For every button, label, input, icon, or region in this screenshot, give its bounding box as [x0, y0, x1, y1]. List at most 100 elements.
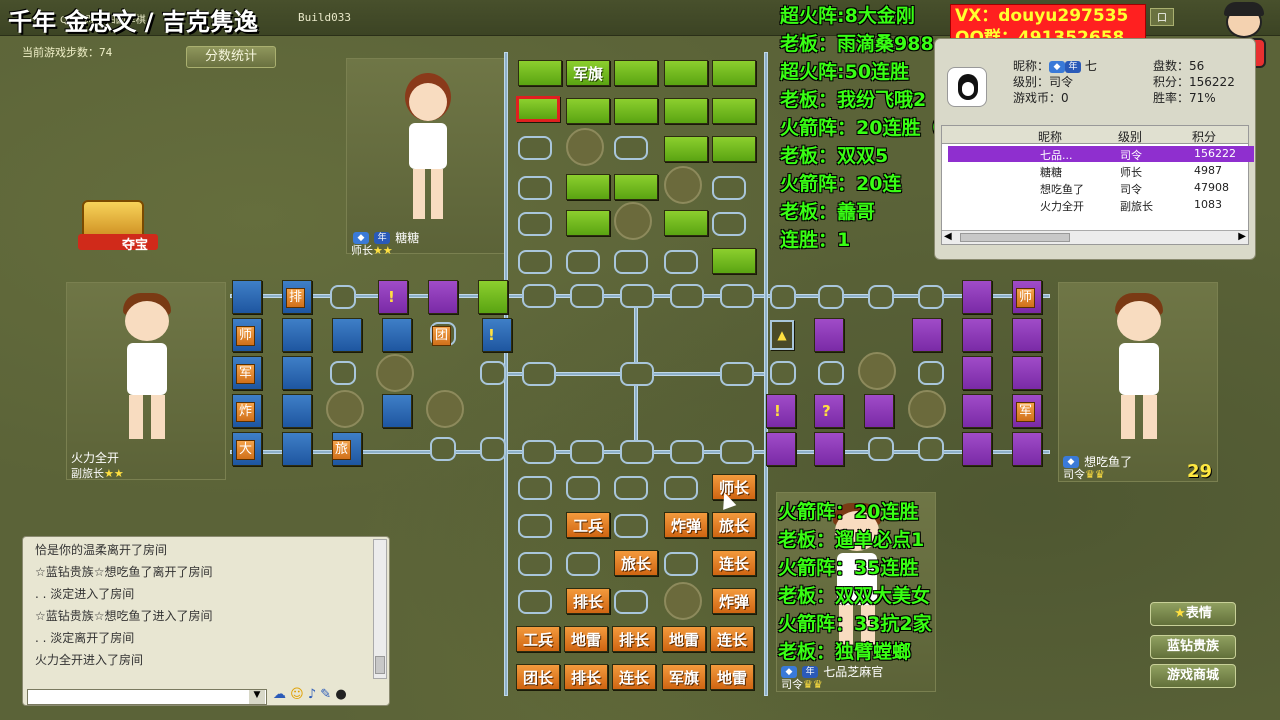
south-piece[interactable]: 工兵	[516, 626, 560, 652]
col-nickname[interactable]: 昵称	[1038, 128, 1062, 145]
north-piece[interactable]	[566, 174, 610, 200]
south-piece[interactable]: 旅长	[614, 550, 658, 576]
camp-node[interactable]	[426, 390, 464, 428]
chat-bubble-icon[interactable]: ☁	[273, 687, 286, 702]
smiley-icon[interactable]: ☺	[290, 687, 304, 702]
camp-node[interactable]	[908, 390, 946, 428]
board-node[interactable]	[720, 284, 754, 308]
west-piece[interactable]	[232, 280, 262, 314]
north-flag-piece[interactable]: 军旗	[566, 60, 610, 86]
horizontal-scrollbar[interactable]: ◀ ▶	[942, 230, 1248, 244]
board-node[interactable]	[712, 212, 746, 236]
north-piece[interactable]	[566, 210, 610, 236]
board-node[interactable]	[522, 362, 556, 386]
board-node[interactable]	[522, 440, 556, 464]
chat-scroll-thumb[interactable]	[375, 656, 385, 674]
restore-button[interactable]: 口	[1150, 8, 1174, 26]
board-node[interactable]	[868, 437, 894, 461]
board-node[interactable]	[614, 250, 648, 274]
west-piece[interactable]	[482, 318, 512, 352]
board-node[interactable]	[620, 440, 654, 464]
west-piece[interactable]	[282, 318, 312, 352]
east-piece[interactable]	[962, 356, 992, 390]
board-node[interactable]	[818, 285, 844, 309]
north-piece[interactable]	[712, 248, 756, 274]
blue-diamond-button[interactable]: 蓝钻贵族	[1150, 635, 1236, 659]
board-node[interactable]	[330, 361, 356, 385]
scroll-right-icon[interactable]: ▶	[1238, 231, 1246, 242]
board-node[interactable]	[770, 361, 796, 385]
board-node[interactable]	[570, 440, 604, 464]
board-node[interactable]	[620, 362, 654, 386]
east-piece[interactable]	[912, 318, 942, 352]
chat-input[interactable]	[27, 689, 267, 705]
board-node[interactable]	[518, 552, 552, 576]
north-piece[interactable]	[614, 174, 658, 200]
board-node[interactable]	[670, 440, 704, 464]
player-row[interactable]: 糖糖 师长 4987	[948, 163, 1254, 179]
board-node[interactable]	[818, 361, 844, 385]
east-piece[interactable]	[766, 432, 796, 466]
board-node[interactable]	[518, 176, 552, 200]
east-piece[interactable]	[864, 394, 894, 428]
board-node[interactable]	[918, 285, 944, 309]
east-piece[interactable]	[962, 318, 992, 352]
north-piece[interactable]	[712, 136, 756, 162]
camp-node[interactable]	[376, 354, 414, 392]
board-node[interactable]	[566, 250, 600, 274]
north-piece[interactable]	[712, 60, 756, 86]
speaker-icon[interactable]: ♪	[308, 687, 316, 702]
board-node[interactable]	[664, 250, 698, 274]
camp-node[interactable]	[664, 582, 702, 620]
board-node[interactable]	[518, 212, 552, 236]
scroll-thumb[interactable]	[960, 233, 1070, 242]
north-piece-on-west[interactable]	[478, 280, 508, 314]
south-piece[interactable]: 团长	[516, 664, 560, 690]
settings-icon[interactable]: ✎	[320, 687, 331, 702]
board-node[interactable]	[480, 437, 506, 461]
east-piece[interactable]	[766, 394, 796, 428]
board-node[interactable]	[330, 285, 356, 309]
board-node[interactable]	[518, 514, 552, 538]
west-piece[interactable]	[382, 394, 412, 428]
south-piece[interactable]: 炸弹	[664, 512, 708, 538]
east-piece[interactable]	[1012, 356, 1042, 390]
east-piece-on-west[interactable]	[428, 280, 458, 314]
camp-node[interactable]	[664, 166, 702, 204]
south-piece[interactable]: 地雷	[564, 626, 608, 652]
south-piece[interactable]: 连长	[612, 664, 656, 690]
east-piece[interactable]	[814, 318, 844, 352]
player-row[interactable]: 想吃鱼了 司令 47908	[948, 180, 1254, 196]
board-node[interactable]	[712, 176, 746, 200]
north-piece-selected[interactable]	[516, 96, 560, 122]
board-node[interactable]	[720, 440, 754, 464]
south-flag-piece[interactable]: 军旗	[662, 664, 706, 690]
north-piece[interactable]	[566, 98, 610, 124]
board-node[interactable]	[614, 136, 648, 160]
west-piece[interactable]	[282, 394, 312, 428]
board-node[interactable]	[566, 552, 600, 576]
board-node[interactable]	[918, 437, 944, 461]
board-node[interactable]	[918, 361, 944, 385]
camp-node[interactable]	[326, 390, 364, 428]
east-flag-marker-icon[interactable]: ▲	[770, 320, 794, 350]
treasure-chest-button[interactable]: 夺宝	[76, 196, 168, 262]
camp-node[interactable]	[858, 352, 896, 390]
col-score[interactable]: 积分	[1192, 128, 1216, 145]
player-row[interactable]: 火力全开 副旅长 1083	[948, 197, 1254, 213]
scroll-left-icon[interactable]: ◀	[944, 231, 952, 242]
east-piece[interactable]	[1012, 432, 1042, 466]
north-piece[interactable]	[614, 60, 658, 86]
south-piece[interactable]: 排长	[564, 664, 608, 690]
west-piece[interactable]	[282, 432, 312, 466]
board-node[interactable]	[566, 476, 600, 500]
south-piece[interactable]: 连长	[710, 626, 754, 652]
north-piece[interactable]	[712, 98, 756, 124]
board-node[interactable]	[664, 476, 698, 500]
south-piece[interactable]: 工兵	[566, 512, 610, 538]
south-piece[interactable]: 连长	[712, 550, 756, 576]
board-node[interactable]	[868, 285, 894, 309]
south-piece[interactable]: 地雷	[710, 664, 754, 690]
board-node[interactable]	[518, 476, 552, 500]
north-piece[interactable]	[518, 60, 562, 86]
